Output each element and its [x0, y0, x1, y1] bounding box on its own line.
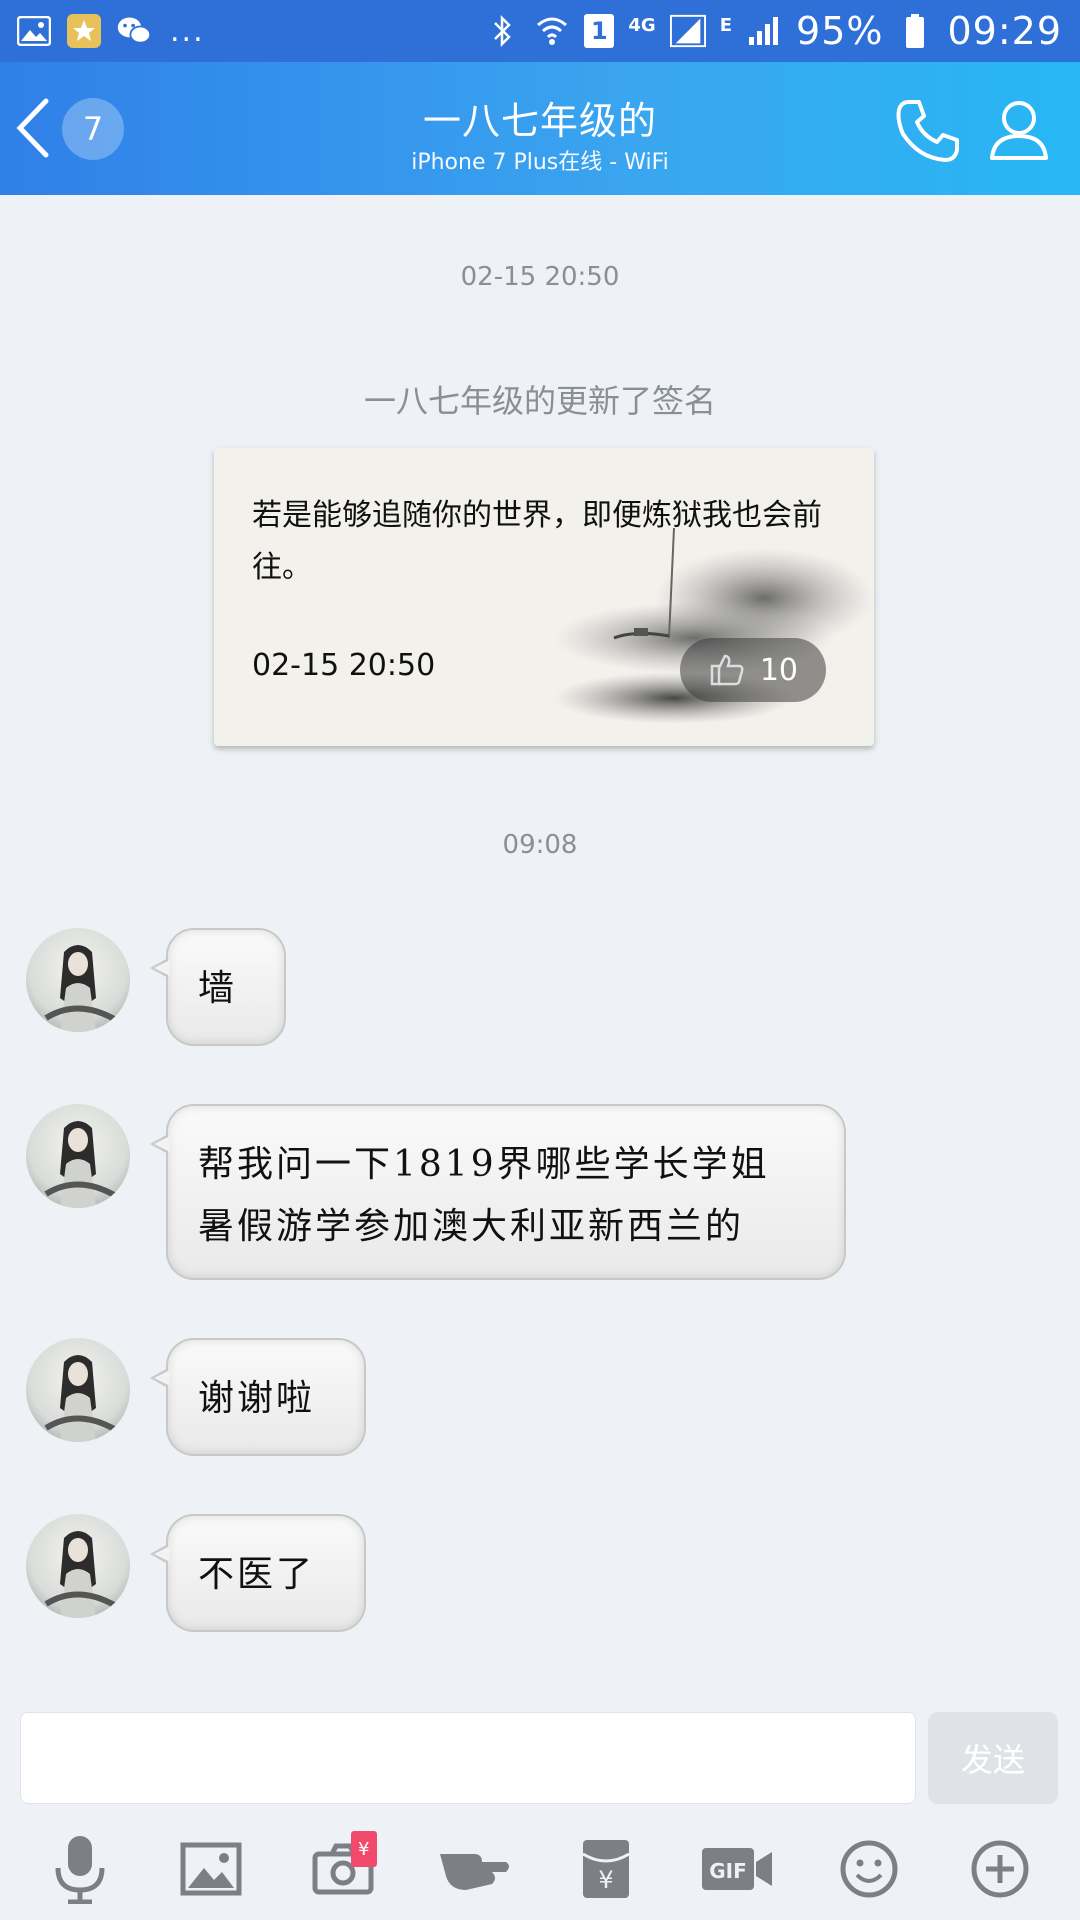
chat-title: 一八七年级的: [422, 99, 657, 143]
unread-count-badge: 7: [62, 98, 124, 160]
gif-icon: GIF: [702, 1848, 773, 1890]
send-button[interactable]: 发送: [928, 1712, 1058, 1804]
online-status: iPhone 7 Plus在线 - WiFi: [411, 150, 669, 175]
voice-button[interactable]: [38, 1827, 122, 1911]
mic-icon: [55, 1836, 105, 1904]
gif-label: GIF: [709, 1859, 747, 1883]
more-notifications: ...: [170, 13, 205, 49]
timestamp: 02-15 20:50: [460, 262, 620, 292]
wifi-icon: [534, 13, 570, 49]
input-toolbar: ¥ ¥ GIF: [0, 1818, 1080, 1920]
thumbs-up-icon: [710, 654, 744, 686]
emoji-icon: [840, 1840, 898, 1898]
app-star-notification-icon: [66, 13, 102, 49]
bluetooth-icon: [484, 13, 520, 49]
more-button[interactable]: [958, 1827, 1042, 1911]
gallery-notification-icon: [16, 13, 52, 49]
signature-update-notice: 一八七年级的更新了签名: [363, 382, 716, 420]
battery-icon: [897, 13, 933, 49]
message-input[interactable]: [20, 1712, 916, 1804]
gif-button[interactable]: GIF: [695, 1827, 779, 1911]
signature-text: 若是能够追随你的世界，即便炼狱我也会前往。: [252, 498, 822, 585]
wechat-notification-icon: [116, 13, 152, 49]
message-line: 帮我问一下1819界哪些学长学姐: [198, 1144, 770, 1185]
signature-card[interactable]: 若是能够追随你的世界，即便炼狱我也会前往。 02-15 20:50 10: [214, 448, 874, 746]
poke-button[interactable]: [432, 1827, 516, 1911]
message-bubble[interactable]: 谢谢啦: [150, 1338, 366, 1456]
lte-label: 4G: [628, 15, 656, 36]
signal-icon: [669, 13, 706, 49]
red-packet-symbol: ¥: [598, 1866, 613, 1894]
like-count: 10: [759, 652, 798, 688]
signal-2-icon: [746, 13, 782, 49]
timestamp: 09:08: [502, 830, 578, 860]
avatar[interactable]: [26, 928, 130, 1032]
image-icon: [180, 1842, 242, 1896]
sim-icon: 1: [584, 14, 615, 48]
battery-percent: 95%: [796, 9, 884, 53]
chevron-left-icon: [16, 98, 49, 158]
photo-button[interactable]: [169, 1827, 253, 1911]
message-line: 暑假游学参加澳大利亚新西兰的: [198, 1206, 745, 1247]
camera-badge: ¥: [350, 1831, 377, 1867]
plus-icon: [971, 1840, 1029, 1898]
poke-icon: [440, 1854, 510, 1890]
avatar[interactable]: [26, 1514, 130, 1618]
avatar[interactable]: [26, 1338, 130, 1442]
signature-time: 02-15 20:50: [252, 648, 436, 683]
emoji-button[interactable]: [827, 1827, 911, 1911]
camera-button[interactable]: ¥: [301, 1827, 385, 1911]
red-packet-button[interactable]: ¥: [564, 1827, 648, 1911]
edge-label: E: [719, 15, 733, 36]
status-bar: ... 1 4G E 95% 09:29: [0, 0, 1080, 62]
message-bubble[interactable]: 帮我问一下1819界哪些学长学姐 暑假游学参加澳大利亚新西兰的: [150, 1104, 846, 1280]
back-button[interactable]: 7: [14, 90, 134, 166]
call-button[interactable]: [895, 98, 965, 168]
chat-header: 7 一八七年级的 iPhone 7 Plus在线 - WiFi: [0, 62, 1080, 195]
clock: 09:29: [947, 9, 1062, 53]
profile-button[interactable]: [988, 98, 1058, 168]
avatar[interactable]: [26, 1104, 130, 1208]
phone-icon: [896, 100, 959, 162]
person-icon: [990, 101, 1048, 160]
like-button[interactable]: 10: [680, 638, 826, 702]
red-packet-icon: ¥: [581, 1840, 630, 1898]
message-bubble[interactable]: 墙: [150, 928, 286, 1046]
message-bubble[interactable]: 不医了: [150, 1514, 366, 1632]
